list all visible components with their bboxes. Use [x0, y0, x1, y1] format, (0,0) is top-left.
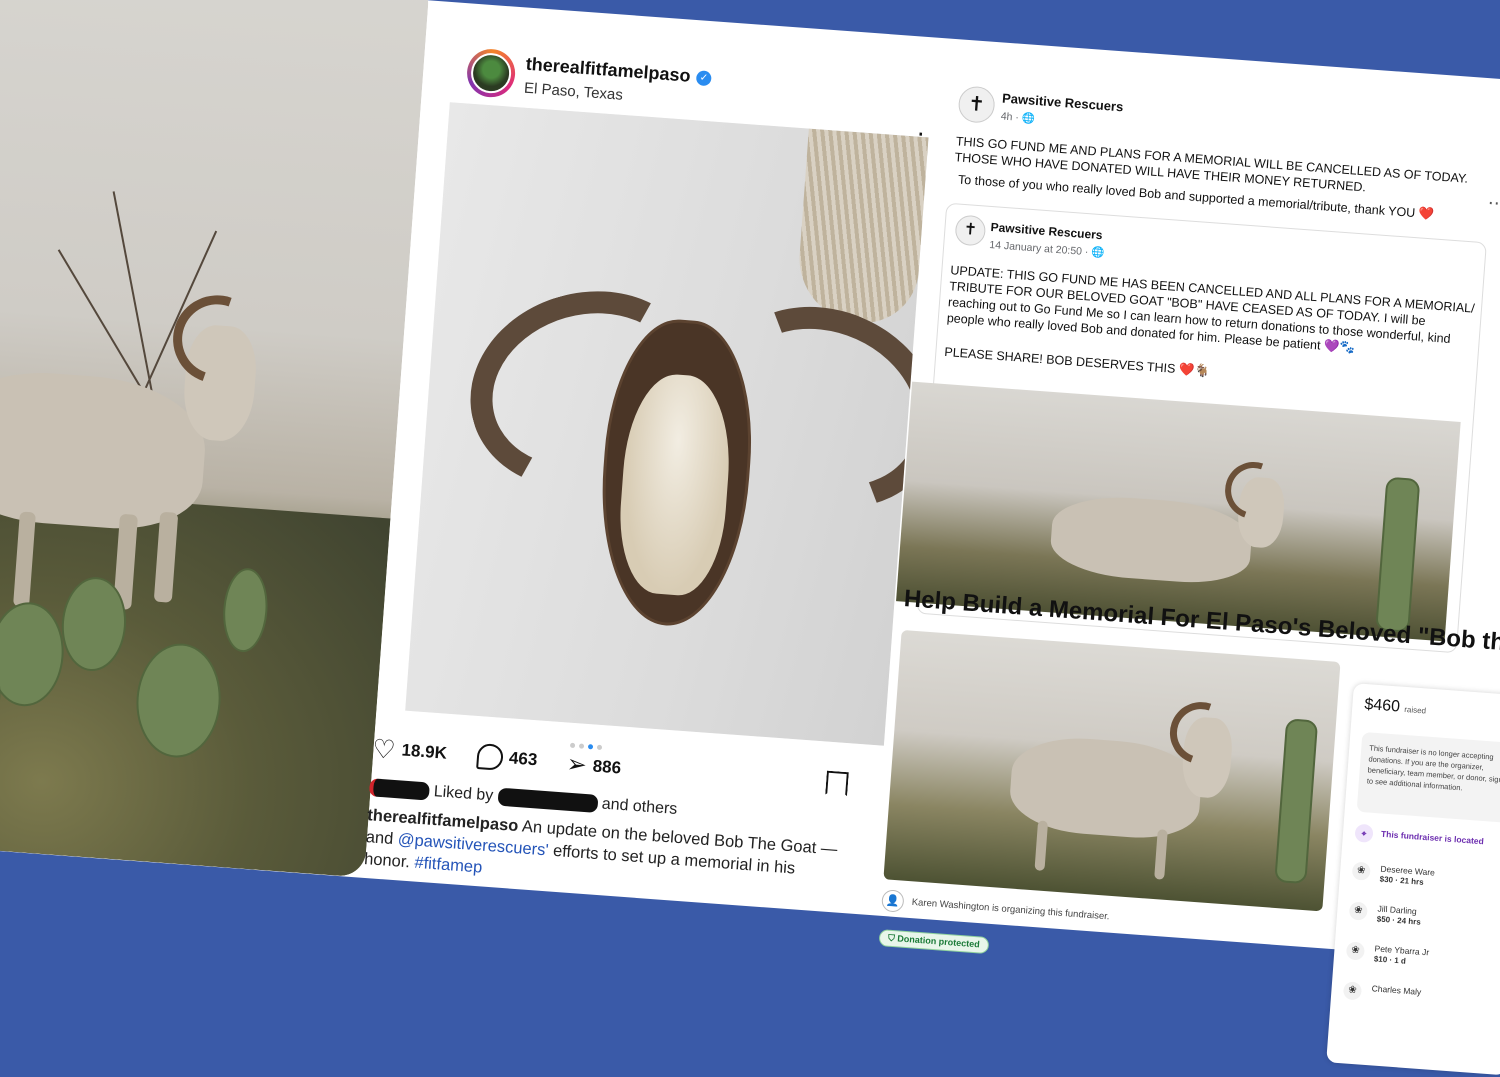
donation-icon: ❀ [1348, 901, 1368, 921]
donation-icon: ❀ [1345, 941, 1366, 961]
shield-icon: ⛉ [887, 932, 896, 944]
location-pin-icon: ⌖ [1354, 823, 1374, 843]
donation-item: ❀ Charles Maly [1342, 981, 1422, 1005]
comment-icon [476, 742, 504, 771]
donation-item: ❀ Pete Ybarra Jr $10 · 1 d [1345, 941, 1430, 967]
donation-icon: ❀ [1342, 981, 1363, 1001]
bookmark-icon[interactable] [825, 771, 849, 797]
donation-icon: ❀ [1351, 861, 1371, 881]
hashtag-link[interactable]: #fitfamep [414, 854, 483, 877]
user-icon: 👤 [881, 889, 905, 913]
like-button[interactable]: ♡ 18.9K [371, 733, 448, 766]
heart-icon: ♡ [371, 733, 397, 765]
more-options-icon[interactable]: ⋯ [1487, 192, 1500, 213]
organizer-line: 👤 Karen Washington is organizing this fun… [881, 889, 1110, 928]
shared-post[interactable]: ✝ Pawsitive Rescuers 14 January at 20:50… [896, 202, 1487, 654]
post-time[interactable]: 4h · 🌐 [1000, 108, 1035, 126]
send-icon: ➢ [565, 750, 588, 779]
share-button[interactable]: ➢ 886 [566, 750, 622, 783]
comment-button[interactable]: 463 [476, 742, 538, 773]
like-count: 18.9K [400, 740, 448, 763]
verified-badge-icon: ✓ [695, 69, 712, 87]
redacted-username [496, 787, 599, 813]
share-count: 886 [592, 755, 622, 778]
redacted-avatars [368, 778, 430, 801]
facebook-post: ✝ Pawsitive Rescuers 4h · 🌐 ⋯ THIS GO FU… [896, 85, 1500, 655]
gofundme-page: Help Build a Memorial For El Paso's Belo… [873, 585, 1500, 1076]
goat-photo-gofundme [883, 629, 1341, 912]
instagram-caption: therealfitfamelpaso An update on the bel… [363, 806, 838, 878]
cross-icon[interactable]: ✝ [954, 214, 987, 247]
amount-raised: $460 raised [1363, 695, 1427, 716]
fundraiser-location[interactable]: ⌖ This fundraiser is located [1354, 823, 1484, 851]
comment-count: 463 [508, 748, 538, 770]
cross-icon[interactable]: ✝ [957, 85, 996, 124]
donation-sidebar: $460 raised This fundraiser is no longer… [1326, 683, 1500, 1076]
donation-item: ❀ Deseree Ware $30 · 21 hrs [1351, 861, 1435, 888]
fundraiser-closed-notice: This fundraiser is no longer accepting d… [1356, 731, 1500, 824]
avatar[interactable] [465, 47, 517, 99]
donation-protected-badge[interactable]: ⛉ Donation protected [878, 929, 990, 955]
ram-skull-photo [405, 102, 929, 746]
instagram-location[interactable]: El Paso, Texas [523, 80, 623, 104]
donation-item: ❀ Jill Darling $50 · 24 hrs [1348, 901, 1422, 927]
instagram-post: therealfitfamelpaso✓ El Paso, Texas ⋮ ♡ … [331, 30, 954, 949]
